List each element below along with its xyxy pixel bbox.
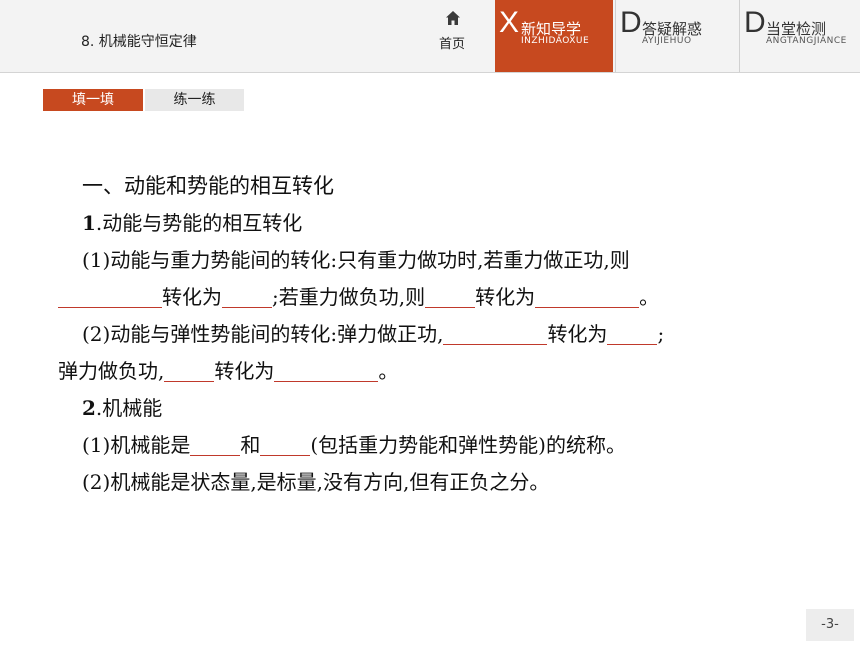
tab-fill-in[interactable]: 填一填	[43, 89, 143, 111]
tab-practice[interactable]: 练一练	[145, 89, 244, 111]
text-segment: 转化为	[475, 285, 536, 309]
nav-tab-sublabel: INZHIDAOXUE	[521, 36, 590, 46]
answer-blank[interactable]	[58, 285, 162, 308]
answer-blank[interactable]	[274, 359, 379, 382]
text-segment: 转化为	[214, 359, 275, 383]
answer-blank[interactable]	[260, 433, 311, 456]
subheading-text: .机械能	[95, 396, 163, 420]
home-label: 首页	[438, 37, 465, 52]
subheading-number: 2	[82, 396, 96, 420]
nav-tab-sublabel: ANGTANGJIANCE	[766, 36, 847, 46]
top-bar: 8. 机械能守恒定律 首页 X 新知导学 INZHIDAOXUE D 答疑解惑 …	[0, 0, 860, 73]
subheading-number: 1	[82, 211, 96, 235]
nav-tab-xinzhidaoxue[interactable]: X 新知导学 INZHIDAOXUE	[495, 0, 613, 72]
subheading-text: .动能与势能的相互转化	[95, 211, 303, 235]
paragraph-5: (2)机械能是状态量,是标量,没有方向,但有正负之分。	[82, 470, 550, 494]
text-segment: 转化为	[162, 285, 222, 309]
nav-tab-letter: X	[499, 6, 520, 39]
answer-blank[interactable]	[190, 433, 241, 456]
nav-tab-letter: D	[620, 6, 642, 39]
paragraph-1-line-2: 转化为 ;若重力做负功,则 转化为 。	[58, 279, 818, 316]
nav-tab-letter: D	[744, 6, 766, 39]
text-segment: (1)机械能是	[82, 433, 191, 457]
text-segment: 转化为	[547, 322, 608, 346]
text-segment: 。	[378, 359, 399, 383]
home-button[interactable]: 首页	[422, 0, 482, 72]
text-segment: 和	[240, 433, 261, 457]
section-heading: 一、动能和势能的相互转化	[82, 174, 334, 198]
chapter-title: 8. 机械能守恒定律	[81, 34, 197, 50]
paragraph-1-line-1: (1)动能与重力势能间的转化:只有重力做功时,若重力做正功,则	[82, 248, 630, 272]
paragraph-2: (2)动能与弹性势能间的转化:弹力做正功, 转化为;	[58, 316, 818, 353]
text-segment: 。	[639, 285, 660, 309]
home-icon	[446, 11, 460, 25]
text-segment: (2)动能与弹性势能间的转化:弹力做正功,	[82, 322, 444, 346]
text-segment: (包括重力势能和弹性势能)的统称。	[310, 433, 626, 457]
answer-blank[interactable]	[222, 285, 272, 308]
lesson-content: 一、动能和势能的相互转化 1.动能与势能的相互转化 (1)动能与重力势能间的转化…	[58, 168, 818, 501]
text-segment: ;若重力做负功,则	[272, 285, 426, 309]
paragraph-3: 弹力做负功, 转化为 。	[58, 353, 818, 390]
answer-blank[interactable]	[443, 322, 548, 345]
text-segment: ;	[657, 322, 665, 346]
nav-tab-sublabel: AYIJIEHUO	[642, 36, 692, 46]
subheading-2: 2.机械能	[58, 390, 818, 427]
nav-tab-dayijiehuo[interactable]: D 答疑解惑 AYIJIEHUO	[615, 0, 738, 72]
page-number: -3-	[806, 609, 854, 641]
text-segment: 弹力做负功,	[58, 359, 165, 383]
answer-blank[interactable]	[607, 322, 658, 345]
paragraph-4: (1)机械能是 和 (包括重力势能和弹性势能)的统称。	[58, 427, 818, 464]
nav-tab-dangtangjiance[interactable]: D 当堂检测 ANGTANGJIANCE	[739, 0, 860, 72]
subheading-1: 1.动能与势能的相互转化	[58, 205, 818, 242]
answer-blank[interactable]	[425, 285, 476, 308]
answer-blank[interactable]	[535, 285, 640, 308]
answer-blank[interactable]	[164, 359, 215, 382]
